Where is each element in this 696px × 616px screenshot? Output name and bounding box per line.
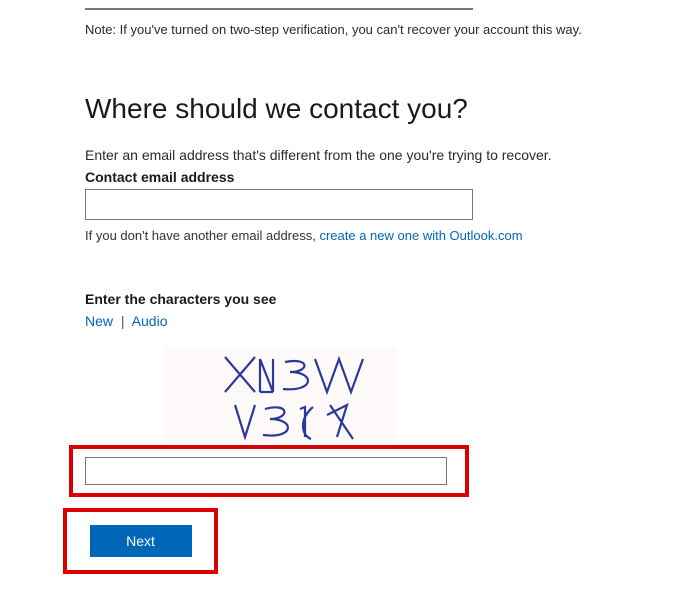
captcha-input[interactable] (85, 457, 447, 485)
email-instruction: Enter an email address that's different … (85, 147, 666, 163)
two-step-note: Note: If you've turned on two-step verif… (85, 22, 666, 37)
contact-email-input[interactable] (85, 189, 473, 220)
captcha-audio-link[interactable]: Audio (132, 313, 168, 329)
previous-input-bottom (85, 8, 473, 10)
page-title: Where should we contact you? (85, 93, 666, 125)
help-prefix: If you don't have another email address, (85, 228, 319, 243)
captcha-label: Enter the characters you see (85, 291, 666, 307)
create-outlook-link[interactable]: create a new one with Outlook.com (319, 228, 522, 243)
captcha-new-link[interactable]: New (85, 313, 113, 329)
captcha-separator: | (121, 313, 125, 329)
next-button-highlight: Next (63, 508, 218, 574)
captcha-input-highlight (69, 445, 469, 497)
captcha-image (165, 347, 397, 443)
email-label: Contact email address (85, 169, 666, 185)
help-text: If you don't have another email address,… (85, 228, 666, 243)
next-button[interactable]: Next (90, 525, 192, 557)
